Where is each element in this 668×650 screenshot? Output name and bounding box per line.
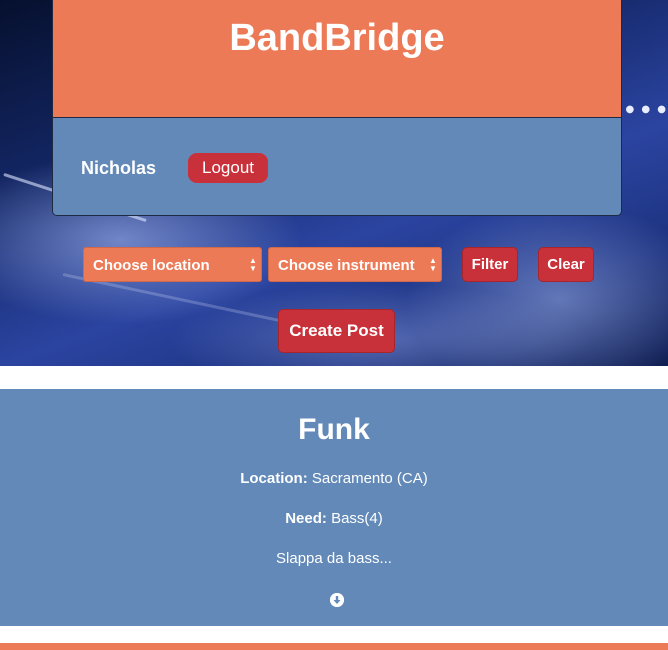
brand-title[interactable]: BandBridge <box>229 17 444 60</box>
post-card: Funk Location: Sacramento (CA) Need: Bas… <box>0 389 668 626</box>
post-need: Need: Bass(4) <box>0 510 668 527</box>
instrument-select-value: Choose instrument <box>278 257 415 274</box>
header-card: BandBridge Nicholas Logout <box>52 0 622 216</box>
filter-button[interactable]: Filter <box>462 247 518 282</box>
logout-button[interactable]: Logout <box>188 153 268 183</box>
location-select-value: Choose location <box>93 257 210 274</box>
updown-arrows-icon: ▲ ▼ <box>249 256 257 273</box>
user-bar: Nicholas Logout <box>53 118 621 215</box>
brand-bar: BandBridge <box>53 0 621 118</box>
updown-arrows-icon: ▲ ▼ <box>429 256 437 273</box>
create-post-button[interactable]: Create Post <box>278 309 395 353</box>
location-select[interactable]: Choose location ▲ ▼ <box>83 247 262 282</box>
arrow-down-circle-icon[interactable] <box>330 593 344 607</box>
need-label: Need: <box>285 510 327 527</box>
post-description: Slappa da bass... <box>276 550 392 567</box>
next-post-card <box>0 643 668 650</box>
instrument-select[interactable]: Choose instrument ▲ ▼ <box>268 247 442 282</box>
clear-button[interactable]: Clear <box>538 247 594 282</box>
need-value: Bass(4) <box>331 510 383 527</box>
post-title: Funk <box>298 413 370 446</box>
location-label: Location: <box>240 470 308 487</box>
location-value: Sacramento (CA) <box>311 470 428 487</box>
username: Nicholas <box>81 158 157 178</box>
post-location: Location: Sacramento (CA) <box>0 470 668 487</box>
